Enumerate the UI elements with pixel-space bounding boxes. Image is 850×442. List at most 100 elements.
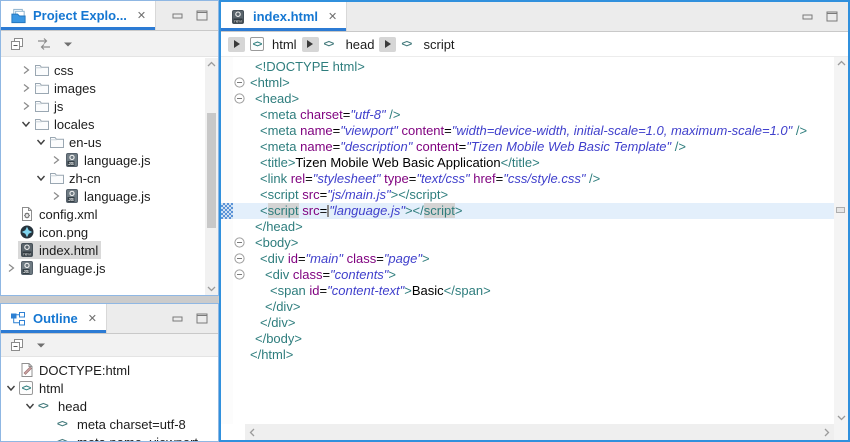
code-line-15[interactable]: <span id="content-text">Basic</span>: [233, 283, 834, 299]
tree-item-body[interactable]: zh-cn: [48, 169, 104, 187]
tree-item-body[interactable]: images: [33, 79, 99, 97]
tree-item-index-html[interactable]: htmlindex.html: [1, 241, 205, 259]
project-explorer-scrollbar[interactable]: [205, 58, 218, 295]
code-line-19[interactable]: </html>: [233, 347, 834, 363]
code-line-10[interactable]: <script src="language.js"></script>: [233, 203, 834, 219]
chevron-collapsed-icon[interactable]: [49, 154, 63, 166]
code-line-16[interactable]: </div>: [233, 299, 834, 315]
code-line-12[interactable]: <body>: [233, 235, 834, 251]
code-line-1[interactable]: <!DOCTYPE html>: [233, 59, 834, 75]
chevron-collapsed-icon[interactable]: [19, 100, 33, 112]
tree-item-icon-png[interactable]: icon.png: [1, 223, 205, 241]
code-line-5[interactable]: <meta name="viewport" content="width=dev…: [233, 123, 834, 139]
code-line-17[interactable]: </div>: [233, 315, 834, 331]
code-line-18[interactable]: </body>: [233, 331, 834, 347]
chevron-expanded-icon[interactable]: [19, 118, 33, 130]
scroll-up-icon[interactable]: [205, 61, 218, 67]
close-icon[interactable]: ✕: [137, 9, 146, 22]
tree-item-en-us[interactable]: en-us: [1, 133, 205, 151]
code-line-6[interactable]: <meta name="description" content="Tizen …: [233, 139, 834, 155]
minimize-icon[interactable]: [802, 12, 814, 22]
tree-item-meta-name-viewport[interactable]: <>meta name=viewport: [1, 433, 218, 441]
close-icon[interactable]: ✕: [328, 10, 337, 23]
tree-item-body[interactable]: DOCTYPE:html: [18, 361, 133, 379]
maximize-icon[interactable]: [196, 10, 208, 21]
fold-collapse-icon[interactable]: [233, 251, 248, 267]
chevron-expanded-icon[interactable]: [23, 400, 37, 412]
scroll-down-icon[interactable]: [205, 286, 218, 292]
fold-collapse-icon[interactable]: [233, 235, 248, 251]
chevron-expanded-icon[interactable]: [4, 382, 18, 394]
breadcrumb-expand-icon[interactable]: [379, 37, 396, 52]
fold-collapse-icon[interactable]: [233, 267, 248, 283]
minimize-icon[interactable]: [172, 314, 184, 324]
tree-item-config-xml[interactable]: config.xml: [1, 205, 205, 223]
horizontal-sash[interactable]: [0, 296, 219, 303]
view-menu-icon[interactable]: [63, 40, 73, 48]
editor-scrollbar[interactable]: [834, 57, 848, 424]
maximize-icon[interactable]: [826, 11, 838, 22]
chevron-expanded-icon[interactable]: [34, 136, 48, 148]
tree-item-body[interactable]: icon.png: [18, 223, 91, 241]
collapse-all-icon[interactable]: [9, 337, 25, 353]
tree-item-body[interactable]: config.xml: [18, 205, 101, 223]
tree-item-body[interactable]: <>head: [37, 397, 90, 415]
tree-item-body[interactable]: css: [33, 61, 77, 79]
scroll-down-icon[interactable]: [834, 415, 848, 421]
close-icon[interactable]: ✕: [88, 312, 97, 325]
tab-project-explorer[interactable]: Project Explo... ✕: [1, 1, 156, 30]
tree-item-body[interactable]: JSlanguage.js: [63, 187, 154, 205]
breadcrumb-item-html[interactable]: html: [272, 37, 297, 52]
tree-item-body[interactable]: en-us: [48, 133, 105, 151]
link-with-editor-icon[interactable]: [36, 36, 52, 52]
chevron-collapsed-icon[interactable]: [19, 82, 33, 94]
fold-collapse-icon[interactable]: [233, 75, 248, 91]
code-line-14[interactable]: <div class="contents">: [233, 267, 834, 283]
maximize-icon[interactable]: [196, 313, 208, 324]
code-line-7[interactable]: <title>Tizen Mobile Web Basic Applicatio…: [233, 155, 834, 171]
tree-item-body[interactable]: JSlanguage.js: [63, 151, 154, 169]
tree-item-meta-charset-utf-8[interactable]: <>meta charset=utf-8: [1, 415, 218, 433]
tree-item-body[interactable]: htmlindex.html: [18, 241, 101, 259]
breadcrumb-expand-icon[interactable]: [228, 37, 245, 52]
tree-item-body[interactable]: js: [33, 97, 66, 115]
chevron-collapsed-icon[interactable]: [19, 64, 33, 76]
code-line-9[interactable]: <script src="js/main.js"></script>: [233, 187, 834, 203]
code-line-11[interactable]: </head>: [233, 219, 834, 235]
code-line-2[interactable]: <html>: [233, 75, 834, 91]
minimize-icon[interactable]: [172, 11, 184, 21]
tree-item-head[interactable]: <>head: [1, 397, 218, 415]
tree-item-body[interactable]: <>meta charset=utf-8: [56, 415, 189, 433]
tree-item-doctype-html[interactable]: DOCTYPE:html: [1, 361, 218, 379]
tab-index-html[interactable]: html index.html ✕: [221, 2, 347, 31]
scrollbar-thumb[interactable]: [207, 113, 216, 228]
tree-item-language-js[interactable]: JSlanguage.js: [1, 187, 205, 205]
scroll-left-icon[interactable]: [249, 424, 255, 440]
tree-item-body[interactable]: <>meta name=viewport: [56, 433, 201, 441]
tree-item-body[interactable]: <>html: [18, 379, 67, 397]
tree-item-html[interactable]: <>html: [1, 379, 218, 397]
scroll-up-icon[interactable]: [834, 60, 848, 66]
view-menu-icon[interactable]: [36, 341, 46, 349]
tree-item-images[interactable]: images: [1, 79, 205, 97]
code-line-4[interactable]: <meta charset="utf-8" />: [233, 107, 834, 123]
horizontal-scrollbar[interactable]: [245, 424, 834, 440]
tree-item-zh-cn[interactable]: zh-cn: [1, 169, 205, 187]
tree-item-css[interactable]: css: [1, 61, 205, 79]
tab-outline[interactable]: Outline ✕: [1, 304, 107, 333]
annotation-ruler[interactable]: [221, 57, 233, 424]
code-line-8[interactable]: <link rel="stylesheet" type="text/css" h…: [233, 171, 834, 187]
chevron-collapsed-icon[interactable]: [49, 190, 63, 202]
tree-item-body[interactable]: locales: [33, 115, 97, 133]
breadcrumb-item-head[interactable]: head: [346, 37, 375, 52]
tree-item-locales[interactable]: locales: [1, 115, 205, 133]
chevron-expanded-icon[interactable]: [34, 172, 48, 184]
breadcrumb-item-script[interactable]: script: [423, 37, 454, 52]
code-line-3[interactable]: <head>: [233, 91, 834, 107]
tree-item-language-js[interactable]: JSlanguage.js: [1, 151, 205, 169]
collapse-all-icon[interactable]: [9, 36, 25, 52]
tree-item-body[interactable]: JSlanguage.js: [18, 259, 109, 277]
tree-item-js[interactable]: js: [1, 97, 205, 115]
scroll-right-icon[interactable]: [824, 424, 830, 440]
tree-item-language-js[interactable]: JSlanguage.js: [1, 259, 205, 277]
